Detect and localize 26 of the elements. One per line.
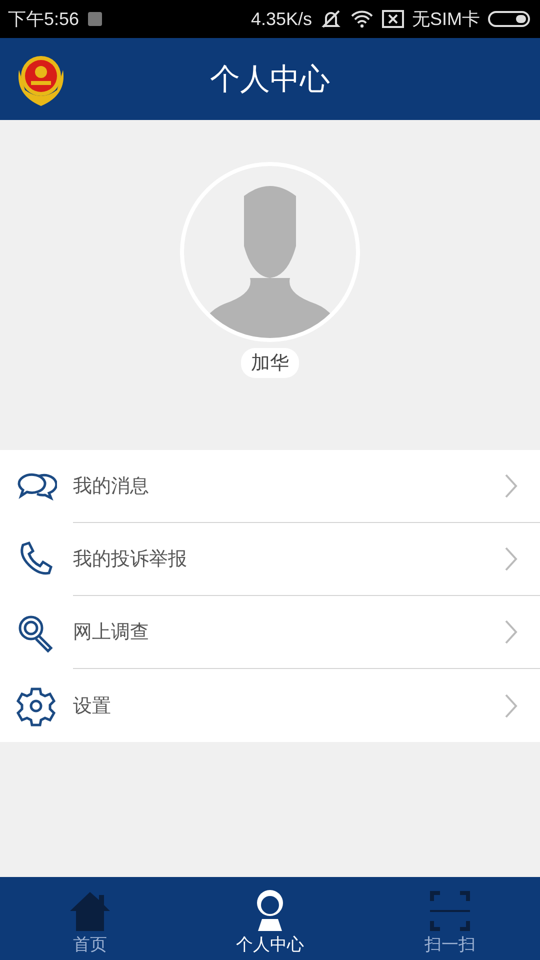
battery-icon — [488, 11, 530, 27]
menu-item[interactable]: 网上调查 — [0, 596, 540, 669]
network-speed: 4.35K/s — [250, 8, 312, 30]
bell-muted-icon — [320, 9, 342, 29]
scan-icon — [428, 889, 472, 933]
menu-label: 我的投诉举报 — [73, 547, 187, 572]
chevron-right-icon — [504, 692, 518, 718]
tab[interactable]: 首页 — [0, 877, 180, 960]
menu-label: 网上调查 — [73, 620, 149, 645]
no-sim-icon — [382, 10, 404, 28]
menu-item[interactable]: 我的投诉举报 — [0, 523, 540, 596]
chevron-right-icon — [504, 619, 518, 645]
chevron-right-icon — [504, 546, 518, 572]
menu-item[interactable]: 我的消息 — [0, 450, 540, 523]
page-title: 个人中心 — [210, 60, 330, 98]
status-time: 下午5:56 — [8, 8, 80, 31]
menu-label: 设置 — [73, 694, 111, 718]
wifi-icon — [350, 10, 374, 28]
tab[interactable]: 扫一扫 — [360, 877, 540, 960]
chevron-right-icon — [504, 473, 518, 499]
sim-status: 无SIM卡 — [412, 8, 480, 31]
tab[interactable]: 个人中心 — [180, 877, 360, 960]
house-icon — [68, 889, 112, 933]
menu-label: 我的消息 — [73, 474, 149, 499]
menu-item[interactable]: 设置 — [0, 669, 540, 742]
user-name: 加华 — [241, 348, 299, 378]
